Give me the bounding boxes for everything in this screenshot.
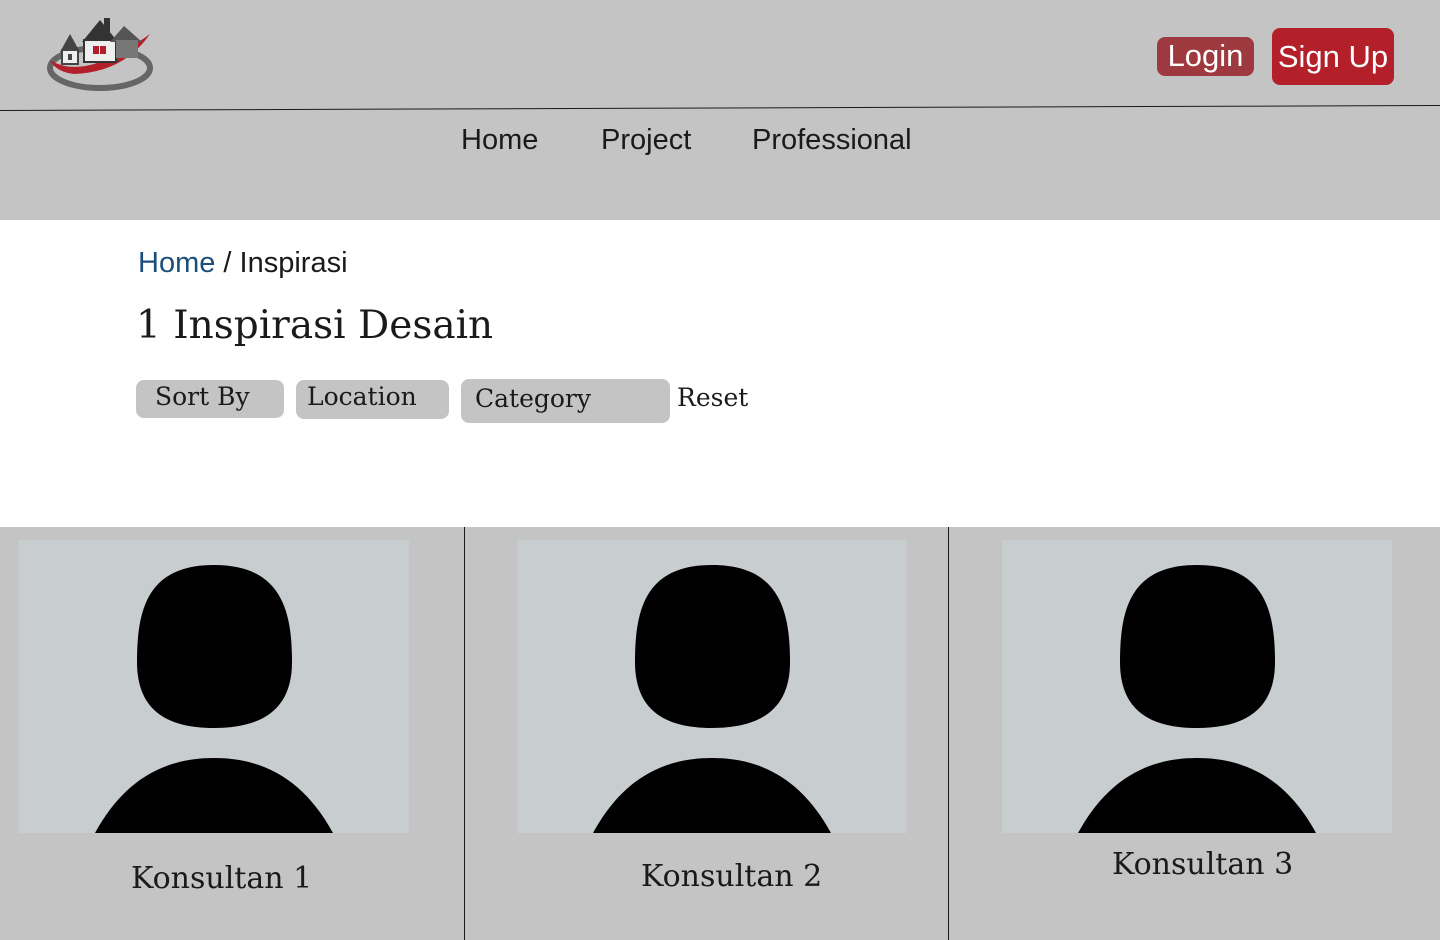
consultant-name[interactable]: Konsultan 1 — [131, 861, 312, 896]
column-divider — [948, 527, 949, 940]
location-dropdown[interactable]: Location — [296, 380, 449, 419]
sort-by-dropdown[interactable]: Sort By — [136, 380, 284, 418]
consultant-name[interactable]: Konsultan 2 — [641, 859, 822, 894]
breadcrumb-current: Inspirasi — [239, 247, 348, 279]
nav-item-project[interactable]: Project — [601, 124, 691, 157]
avatar-placeholder-icon[interactable] — [517, 540, 907, 833]
breadcrumb-separator: / — [215, 247, 240, 279]
avatar-placeholder-icon[interactable] — [19, 540, 409, 833]
avatar-placeholder-icon[interactable] — [1002, 540, 1392, 833]
column-divider — [464, 527, 465, 940]
house-logo-icon[interactable] — [44, 12, 156, 92]
reset-filters-link[interactable]: Reset — [677, 383, 748, 412]
nav-item-home[interactable]: Home — [461, 124, 538, 157]
consultant-name[interactable]: Konsultan 3 — [1112, 847, 1293, 882]
signup-button[interactable]: Sign Up — [1272, 28, 1394, 85]
breadcrumb: Home / Inspirasi — [138, 247, 348, 280]
nav-item-professional[interactable]: Professional — [752, 124, 912, 157]
login-button[interactable]: Login — [1157, 37, 1254, 76]
breadcrumb-home-link[interactable]: Home — [138, 247, 215, 279]
category-dropdown[interactable]: Category — [461, 379, 670, 423]
page-title: 1 Inspirasi Desain — [136, 303, 494, 348]
